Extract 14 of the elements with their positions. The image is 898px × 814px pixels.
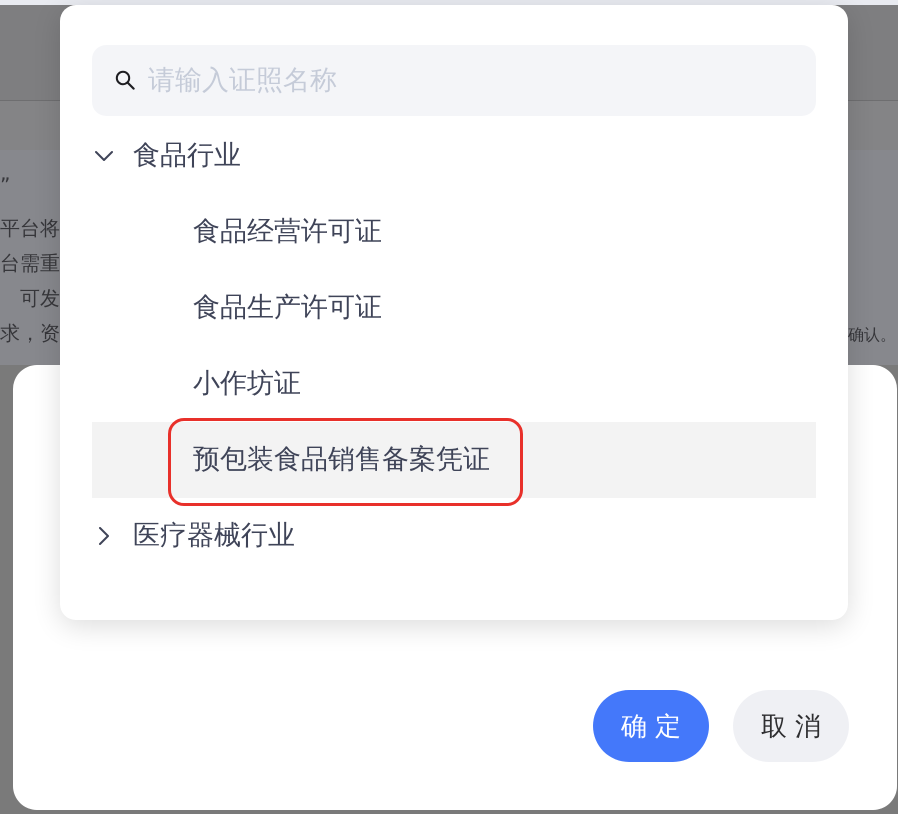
page-text: 可发: [19, 285, 60, 312]
page-text: 平台将: [0, 215, 60, 242]
tree-item[interactable]: 预包装食品销售备案凭证: [92, 422, 816, 498]
confirm-button[interactable]: 确 定: [593, 690, 709, 762]
cancel-button[interactable]: 取 消: [733, 690, 849, 762]
tree-group[interactable]: 食品行业: [92, 118, 816, 194]
tree-item[interactable]: 食品经营许可证: [92, 194, 816, 270]
search-icon: [115, 70, 135, 90]
page-text: 台需重: [0, 250, 60, 277]
tree-item[interactable]: 小作坊证: [92, 346, 816, 422]
page-text: ”: [0, 172, 12, 198]
page-text: 确认。: [848, 325, 897, 345]
tree-item[interactable]: 食品生产许可证: [92, 270, 816, 346]
page-text: 求，资: [0, 320, 60, 347]
